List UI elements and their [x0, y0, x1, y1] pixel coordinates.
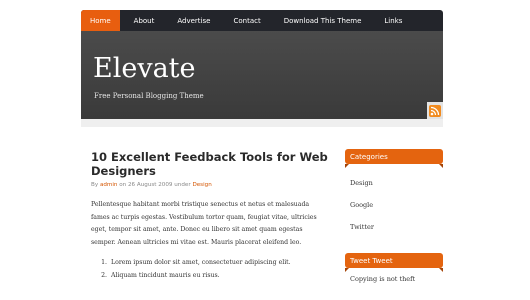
post-title[interactable]: 10 Excellent Feedback Tools for Web Desi…: [91, 150, 336, 178]
nav-item-advertise[interactable]: Advertise: [168, 10, 219, 31]
post-excerpt: Pellentesque habitant morbi tristique se…: [91, 201, 317, 246]
list-number: 2.: [101, 272, 107, 279]
sidebar-category-twitter[interactable]: Twitter: [350, 216, 443, 238]
post-author-link[interactable]: admin: [100, 182, 118, 188]
site-title[interactable]: Elevate: [93, 53, 196, 84]
nav-item-home[interactable]: Home: [81, 10, 120, 31]
top-navigation: Home About Advertise Contact Download Th…: [81, 10, 443, 31]
categories-widget-title: Categories: [345, 149, 443, 168]
post-meta: By admin on 26 August 2009 under Design: [91, 182, 336, 188]
site-header: Elevate Free Personal Blogging Theme: [81, 31, 443, 119]
post-list: 1. Lorem ipsum dolor sit amet, consectet…: [91, 256, 336, 282]
nav-item-links[interactable]: Links: [375, 10, 411, 31]
list-item: 2. Aliquam tincidunt mauris eu risus.: [91, 269, 336, 282]
sidebar: Categories Design Google Twitter Tweet T…: [345, 149, 443, 290]
header-divider: [81, 119, 443, 127]
meta-date: on 26 August 2009 under: [119, 182, 191, 188]
nav-item-contact[interactable]: Contact: [224, 10, 269, 31]
post-category-link[interactable]: Design: [192, 182, 211, 188]
meta-by: By: [91, 182, 99, 188]
tweet-widget-title: Tweet Tweet: [345, 253, 443, 272]
sidebar-category-design[interactable]: Design: [350, 172, 443, 194]
main-column: 10 Excellent Feedback Tools for Web Desi…: [91, 150, 336, 282]
rss-icon: [429, 104, 441, 117]
tweet-text: Copying is not theft: [350, 275, 416, 283]
list-item: 1. Lorem ipsum dolor sit amet, consectet…: [91, 256, 336, 269]
list-number: 1.: [101, 259, 107, 266]
sidebar-category-google[interactable]: Google: [350, 194, 443, 216]
list-text: Lorem ipsum dolor sit amet, consectetuer…: [111, 259, 291, 266]
page-header-region: Home About Advertise Contact Download Th…: [81, 10, 443, 127]
rss-feed-button[interactable]: [427, 102, 443, 119]
nav-item-about[interactable]: About: [125, 10, 164, 31]
content-area: 10 Excellent Feedback Tools for Web Desi…: [81, 127, 443, 300]
nav-item-download[interactable]: Download This Theme: [275, 10, 371, 31]
list-text: Aliquam tincidunt mauris eu risus.: [111, 272, 220, 279]
site-tagline: Free Personal Blogging Theme: [94, 92, 204, 100]
